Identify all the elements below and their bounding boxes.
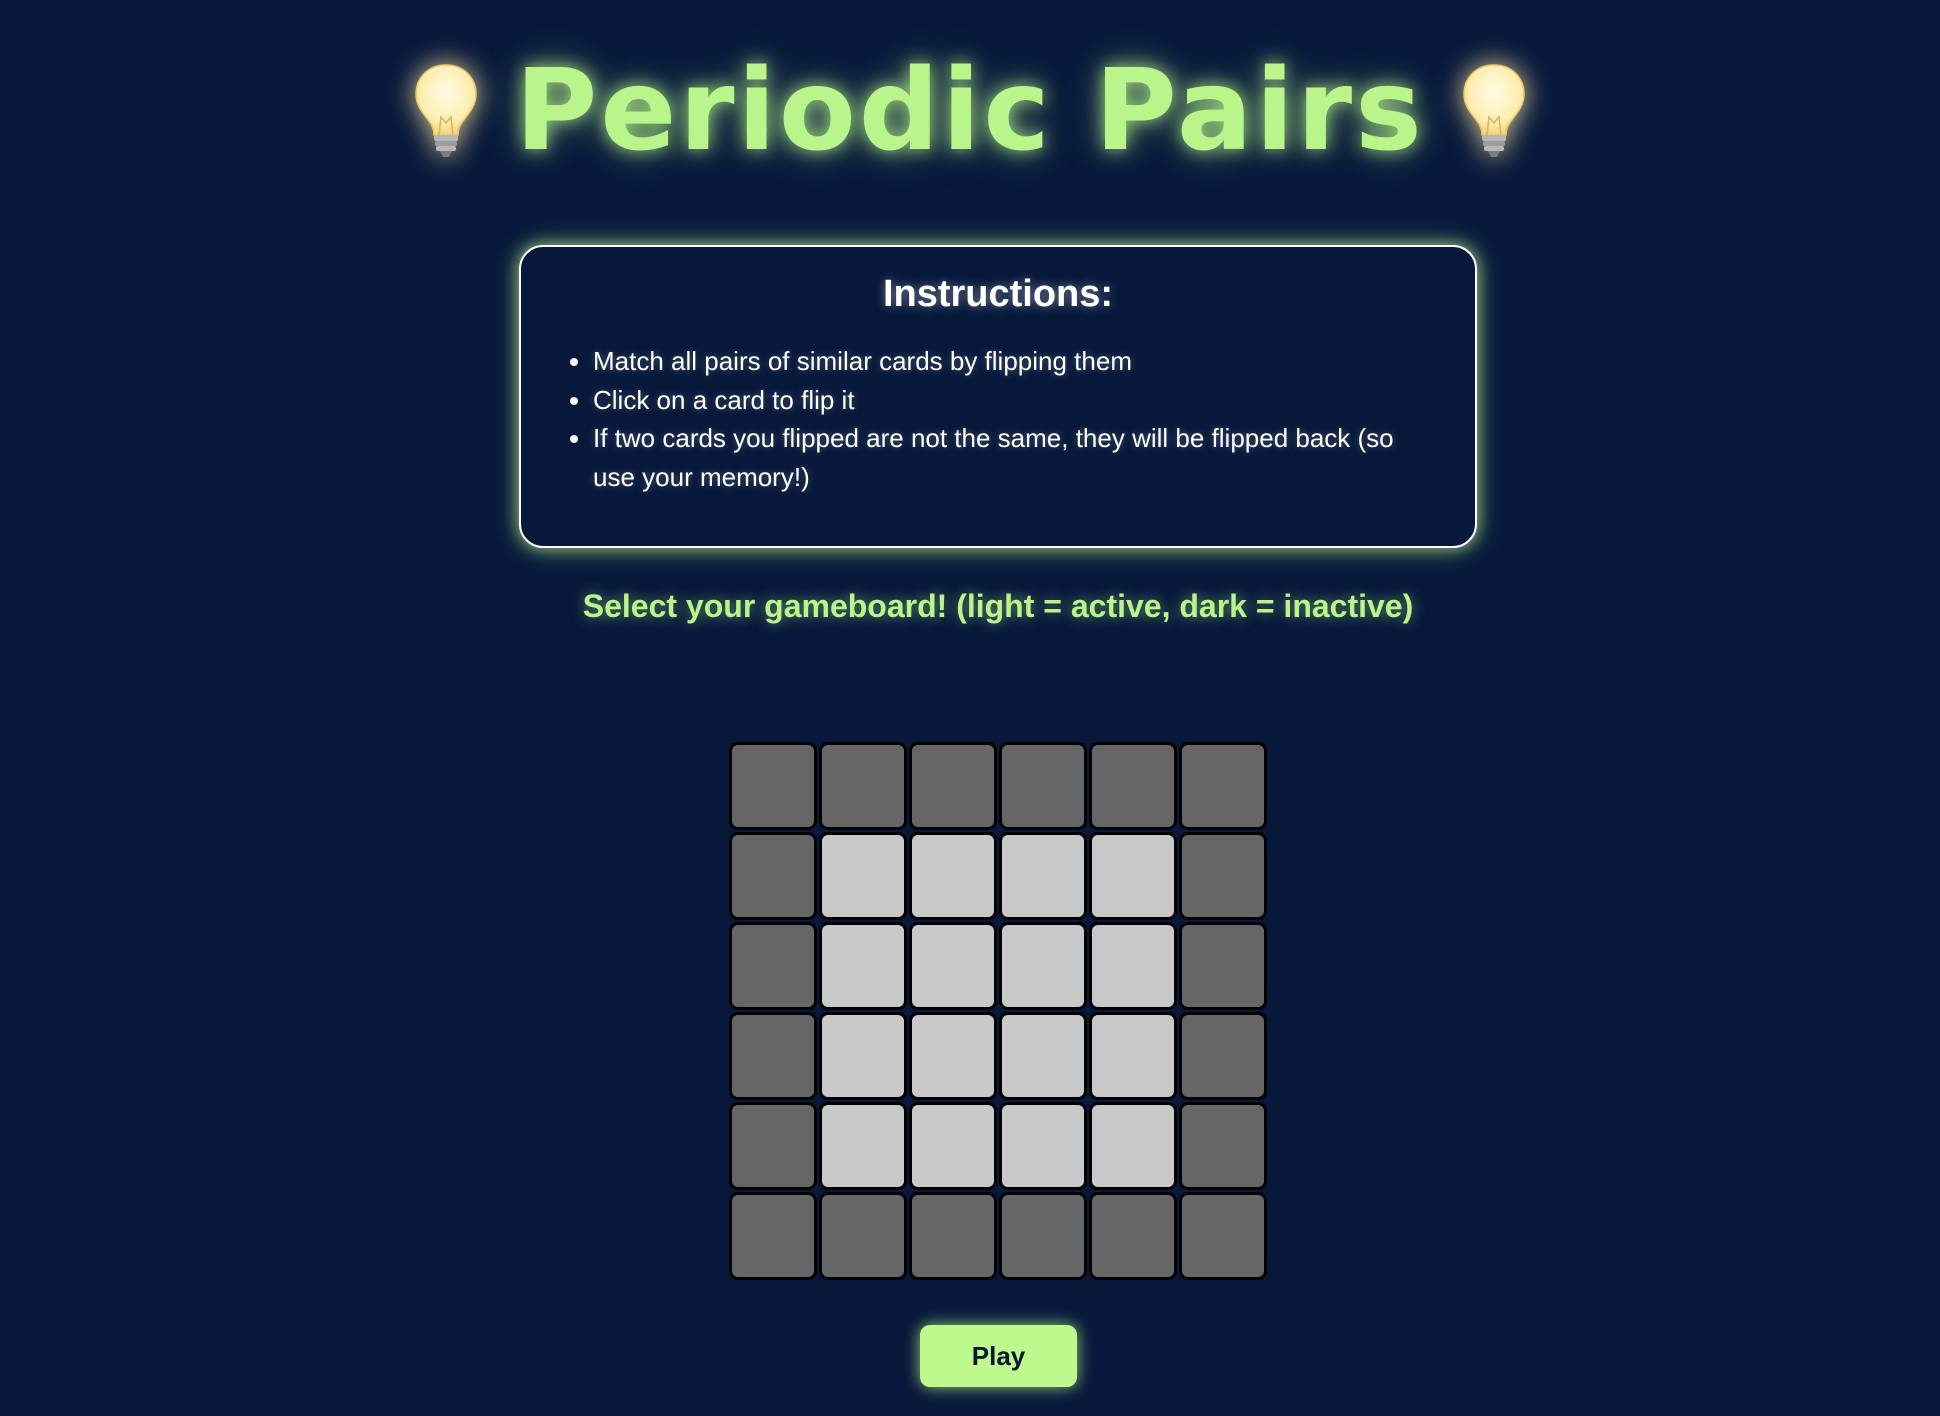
board-cell-r2-c3[interactable] bbox=[999, 922, 1087, 1010]
instructions-list: Match all pairs of similar cards by flip… bbox=[573, 342, 1435, 496]
instructions-heading: Instructions: bbox=[882, 273, 1114, 315]
board-cell-r3-c5[interactable] bbox=[1179, 1012, 1267, 1100]
board-cell-r1-c4[interactable] bbox=[1089, 832, 1177, 920]
board-cell-r1-c0[interactable] bbox=[729, 832, 817, 920]
board-cell-r2-c0[interactable] bbox=[729, 922, 817, 1010]
page-title: Periodic Pairs bbox=[515, 46, 1425, 176]
board-cell-r3-c4[interactable] bbox=[1089, 1012, 1177, 1100]
board-cell-r3-c0[interactable] bbox=[729, 1012, 817, 1100]
board-cell-r5-c5[interactable] bbox=[1179, 1192, 1267, 1280]
gameboard-grid bbox=[729, 742, 1267, 1280]
board-cell-r4-c2[interactable] bbox=[909, 1102, 997, 1190]
board-cell-r5-c4[interactable] bbox=[1089, 1192, 1177, 1280]
instruction-item: Match all pairs of similar cards by flip… bbox=[593, 342, 1435, 381]
board-cell-r5-c1[interactable] bbox=[819, 1192, 907, 1280]
board-cell-r0-c1[interactable] bbox=[819, 742, 907, 830]
board-cell-r0-c0[interactable] bbox=[729, 742, 817, 830]
game-page: Periodic Pairs Instructions: Match all p… bbox=[0, 0, 1940, 1416]
board-cell-r3-c2[interactable] bbox=[909, 1012, 997, 1100]
play-button[interactable]: Play bbox=[920, 1325, 1077, 1387]
instructions-panel: Instructions: Match all pairs of similar… bbox=[519, 245, 1477, 548]
board-cell-r1-c5[interactable] bbox=[1179, 832, 1267, 920]
board-cell-r5-c2[interactable] bbox=[909, 1192, 997, 1280]
board-cell-r2-c5[interactable] bbox=[1179, 922, 1267, 1010]
board-cell-r4-c3[interactable] bbox=[999, 1102, 1087, 1190]
board-cell-r1-c3[interactable] bbox=[999, 832, 1087, 920]
lightbulb-icon bbox=[415, 64, 477, 157]
board-cell-r0-c4[interactable] bbox=[1089, 742, 1177, 830]
board-cell-r5-c0[interactable] bbox=[729, 1192, 817, 1280]
board-cell-r0-c3[interactable] bbox=[999, 742, 1087, 830]
board-cell-r5-c3[interactable] bbox=[999, 1192, 1087, 1280]
board-cell-r3-c1[interactable] bbox=[819, 1012, 907, 1100]
board-cell-r1-c2[interactable] bbox=[909, 832, 997, 920]
board-cell-r0-c5[interactable] bbox=[1179, 742, 1267, 830]
board-select-prompt: Select your gameboard! (light = active, … bbox=[582, 588, 1414, 624]
board-cell-r2-c2[interactable] bbox=[909, 922, 997, 1010]
instruction-item: If two cards you flipped are not the sam… bbox=[593, 419, 1435, 496]
board-cell-r4-c5[interactable] bbox=[1179, 1102, 1267, 1190]
lightbulb-icon bbox=[1462, 64, 1525, 157]
board-cell-r3-c3[interactable] bbox=[999, 1012, 1087, 1100]
board-cell-r4-c1[interactable] bbox=[819, 1102, 907, 1190]
board-cell-r4-c4[interactable] bbox=[1089, 1102, 1177, 1190]
board-cell-r1-c1[interactable] bbox=[819, 832, 907, 920]
instruction-item: Click on a card to flip it bbox=[593, 381, 1435, 420]
board-cell-r4-c0[interactable] bbox=[729, 1102, 817, 1190]
board-cell-r0-c2[interactable] bbox=[909, 742, 997, 830]
board-cell-r2-c4[interactable] bbox=[1089, 922, 1177, 1010]
board-cell-r2-c1[interactable] bbox=[819, 922, 907, 1010]
title-row: Periodic Pairs bbox=[0, 52, 1940, 170]
